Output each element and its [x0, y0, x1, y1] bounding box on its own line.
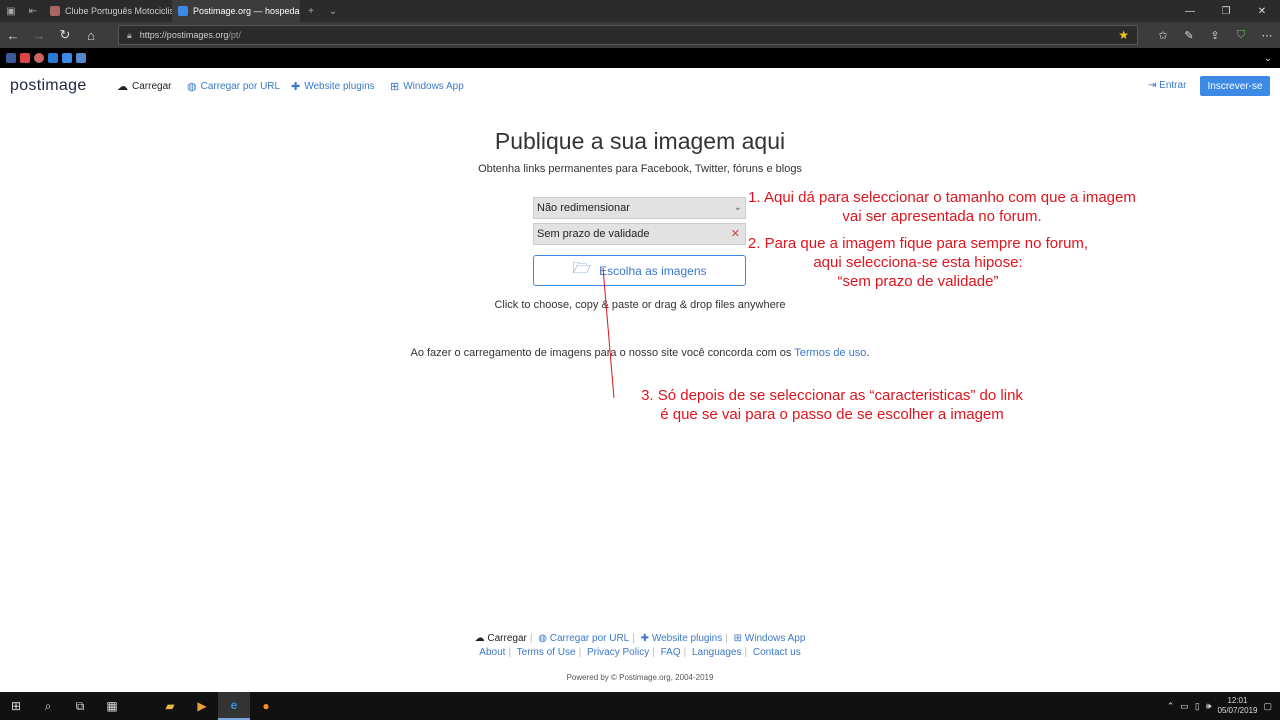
- tab-actions-icon[interactable]: ▣: [0, 0, 22, 22]
- site-favicon-icon: [50, 6, 60, 16]
- close-window-icon[interactable]: ✕: [1244, 6, 1280, 17]
- tab-title: Clube Português Motociclist: [65, 6, 172, 16]
- chevron-down-icon[interactable]: ⌄: [1264, 53, 1272, 64]
- more-icon[interactable]: ⋯: [1254, 29, 1280, 42]
- address-input[interactable]: 🔒︎ https://postimages.org/pt/ ★: [118, 25, 1138, 45]
- back-icon[interactable]: ←: [0, 28, 26, 43]
- signin-icon: ⇥: [1148, 80, 1157, 91]
- lock-icon: 🔒︎: [127, 29, 132, 40]
- share-icon[interactable]: ⇪: [1202, 29, 1228, 42]
- bookmark-icon[interactable]: [48, 53, 58, 63]
- web-page: postimage ☁ Carregar ◍ Carregar por URL …: [0, 68, 1280, 692]
- favorites-icon[interactable]: ✩: [1150, 29, 1176, 42]
- globe-icon: ◍: [187, 81, 197, 93]
- favorite-star-icon[interactable]: ★: [1118, 28, 1129, 42]
- facebook-icon[interactable]: [6, 53, 16, 63]
- edge-browser-icon[interactable]: e: [218, 692, 250, 720]
- firefox-icon[interactable]: ●: [250, 692, 282, 720]
- annotation-2: 2. Para que a imagem fique para sempre n…: [747, 235, 1089, 290]
- footer-privacy[interactable]: Privacy Policy: [587, 647, 649, 658]
- file-explorer-icon[interactable]: ▰: [154, 692, 186, 720]
- url-path: /pt/: [228, 30, 241, 40]
- nav-upload-url[interactable]: ◍ Carregar por URL: [187, 80, 280, 93]
- windows-icon: ⊞: [733, 633, 743, 644]
- refresh-icon[interactable]: ↻: [52, 27, 78, 43]
- tab-list-chevron-icon[interactable]: ⌄: [322, 0, 344, 22]
- footer-upload[interactable]: ☁ Carregar: [475, 633, 527, 644]
- puzzle-icon: ✚: [640, 633, 650, 644]
- network-icon[interactable]: ▯: [1195, 701, 1200, 712]
- signin-link[interactable]: ⇥ Entrar: [1148, 80, 1186, 91]
- task-view-icon[interactable]: ⧉: [64, 692, 96, 720]
- forward-icon[interactable]: →: [26, 28, 52, 43]
- footer-plugins[interactable]: ✚ Website plugins: [641, 633, 723, 644]
- restore-icon[interactable]: ❐: [1208, 6, 1244, 17]
- footer-nav: ☁ Carregar | ◍ Carregar por URL | ✚ Websit…: [474, 633, 806, 644]
- clock[interactable]: 12:01 05/07/2019: [1217, 696, 1257, 716]
- footer-upload-url[interactable]: ◍ Carregar por URL: [538, 633, 629, 644]
- chevron-up-icon[interactable]: ⌃: [1167, 701, 1175, 712]
- cloud-upload-icon: ☁: [117, 81, 128, 93]
- footer-faq[interactable]: FAQ: [661, 647, 681, 658]
- annotation-3: 3. Só depois de se seleccionar as “carac…: [641, 387, 1023, 423]
- footer-languages[interactable]: Languages: [692, 647, 742, 658]
- search-icon[interactable]: ⌕: [32, 692, 64, 720]
- tab-clube-portugues[interactable]: Clube Português Motociclist: [44, 0, 172, 22]
- folder-open-icon: 🗁︎: [572, 260, 592, 277]
- bookmark-icon[interactable]: [34, 53, 44, 63]
- globe-icon: ◍: [538, 633, 547, 644]
- postimage-favicon-icon: [178, 6, 188, 16]
- nav-website-plugins[interactable]: ✚ Website plugins: [291, 80, 375, 93]
- terms-link[interactable]: Termos de uso: [794, 347, 866, 359]
- favorites-bar: ⌄: [0, 48, 1280, 68]
- footer-contact[interactable]: Contact us: [753, 647, 801, 658]
- extension-shield-icon[interactable]: ⛉: [1228, 29, 1254, 42]
- tab-postimage[interactable]: Postimage.org — hospedag ✕: [172, 0, 300, 22]
- volume-icon[interactable]: 🕪︎: [1206, 701, 1212, 712]
- nav-upload[interactable]: ☁ Carregar: [117, 80, 171, 93]
- pen-icon[interactable]: ✎: [1176, 29, 1202, 42]
- media-player-icon[interactable]: ▶: [186, 692, 218, 720]
- minimize-icon[interactable]: —: [1172, 6, 1208, 17]
- set-aside-tabs-icon[interactable]: ⇤: [22, 0, 44, 22]
- footer-links: About | Terms of Use | Privacy Policy | FAQ…: [479, 647, 801, 658]
- expiry-select[interactable]: Sem prazo de validade ✕: [533, 223, 746, 245]
- choose-images-button[interactable]: 🗁︎ Escolha as imagens: [533, 255, 746, 286]
- page-title: Publique a sua imagem aqui: [494, 128, 786, 154]
- signup-button[interactable]: Inscrever-se: [1200, 76, 1270, 96]
- bookmark-icon[interactable]: [76, 53, 86, 63]
- start-windows-icon[interactable]: ⊞: [0, 692, 32, 720]
- tab-title: Postimage.org — hospedag: [193, 6, 300, 16]
- resize-select[interactable]: Não redimensionar ⌄: [533, 197, 746, 219]
- home-icon[interactable]: ⌂: [78, 28, 104, 43]
- footer-windows-app[interactable]: ⊞ Windows App: [734, 633, 806, 644]
- annotation-arrow-line: [602, 267, 615, 399]
- url-host: https://postimages.org: [139, 30, 229, 40]
- address-toolbar: ← → ↻ ⌂ 🔒︎ https://postimages.org/pt/ ★ …: [0, 22, 1280, 48]
- calculator-icon[interactable]: ▦: [96, 692, 128, 720]
- postimage-logo[interactable]: postimage: [10, 77, 87, 95]
- windows-icon: ⊞: [390, 81, 400, 93]
- site-header: postimage ☁ Carregar ◍ Carregar por URL …: [0, 68, 1280, 104]
- browser-tab-bar: ▣ ⇤ Clube Português Motociclist Postimag…: [0, 0, 1280, 22]
- footer-copyright: Powered by © Postimage.org, 2004-2019: [566, 673, 714, 682]
- windows-taskbar: ⊞ ⌕ ⧉ ▦ ▰ ▶ e ● ⌃ ▭ ▯ 🕪︎ 12:01 05/07/201…: [0, 692, 1280, 720]
- new-tab-icon[interactable]: +: [300, 0, 322, 22]
- footer-terms[interactable]: Terms of Use: [517, 647, 576, 658]
- terms-notice: Ao fazer o carregamento de imagens para …: [410, 347, 870, 359]
- upload-hint: Click to choose, copy & paste or drag & …: [494, 299, 786, 311]
- mail-icon[interactable]: [20, 53, 30, 63]
- page-subtitle: Obtenha links permanentes para Facebook,…: [478, 163, 802, 175]
- annotation-1: 1. Aqui dá para seleccionar o tamanho co…: [748, 189, 1136, 225]
- footer-about[interactable]: About: [479, 647, 505, 658]
- postimage-bookmark-icon[interactable]: [62, 53, 72, 63]
- notifications-icon[interactable]: ▢: [1263, 701, 1272, 712]
- system-tray: ⌃ ▭ ▯ 🕪︎ 12:01 05/07/2019 ▢: [1167, 692, 1280, 720]
- cloud-upload-icon: ☁: [474, 633, 485, 644]
- nav-windows-app[interactable]: ⊞ Windows App: [390, 80, 464, 93]
- battery-icon[interactable]: ▭: [1180, 701, 1189, 712]
- puzzle-icon: ✚: [291, 81, 301, 93]
